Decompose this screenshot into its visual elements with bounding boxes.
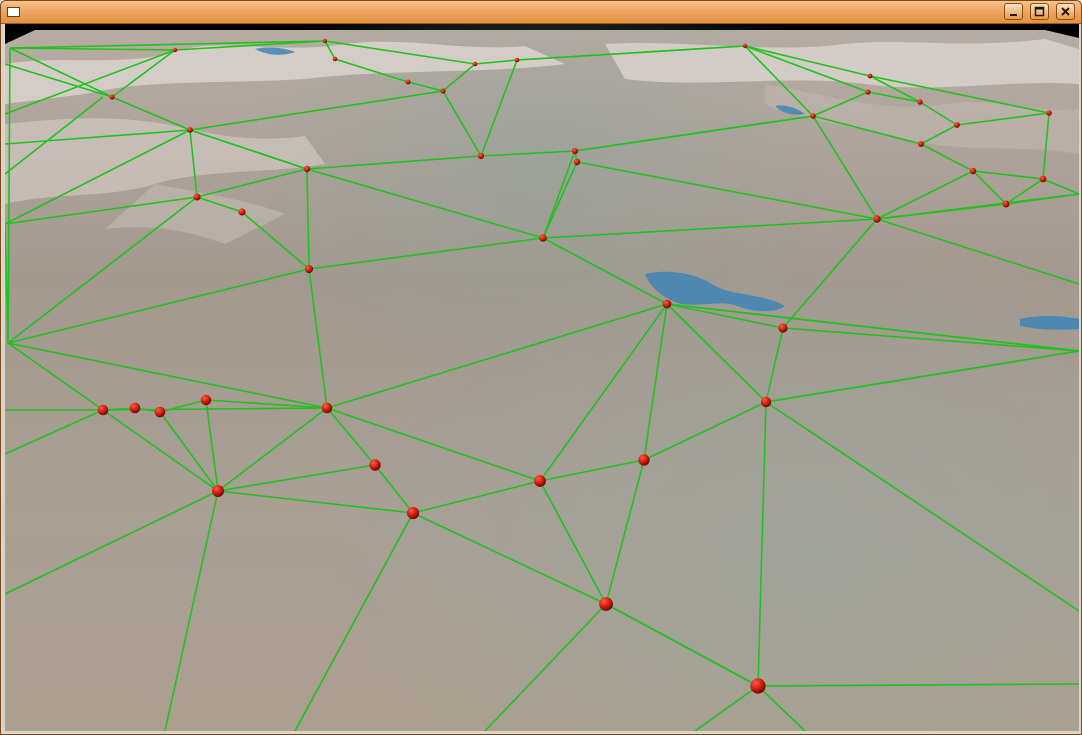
vertex-marker	[321, 402, 333, 414]
vertex-marker	[477, 152, 485, 160]
application-window	[0, 0, 1082, 735]
vertex-marker	[405, 79, 411, 85]
vertex-marker	[534, 475, 546, 487]
vertex-marker	[172, 47, 178, 53]
vertex-marker	[187, 127, 193, 133]
vertex-marker	[742, 43, 748, 49]
vertex-marker	[750, 678, 766, 694]
vertex-marker	[638, 454, 650, 466]
vertex-marker	[193, 193, 201, 201]
maximize-icon	[1034, 6, 1045, 17]
vertex-marker	[778, 323, 788, 333]
vertex-marker	[440, 88, 446, 94]
vertex-marker	[97, 404, 109, 416]
vertex-marker	[322, 38, 328, 44]
vertex-marker	[539, 234, 547, 242]
vertex-marker	[129, 402, 141, 414]
vertex-marker	[954, 122, 960, 128]
vertex-marker	[571, 147, 579, 155]
3d-terrain-viewport[interactable]	[5, 24, 1079, 731]
vertex-marker	[867, 73, 873, 79]
maximize-button[interactable]	[1030, 3, 1049, 20]
vertex-marker	[917, 99, 923, 105]
vertex-marker	[212, 485, 224, 497]
vertex-marker	[969, 167, 977, 175]
vertex-marker	[865, 89, 871, 95]
vertex-marker	[238, 208, 246, 216]
vertex-marker	[662, 299, 672, 309]
vertex-marker	[1002, 200, 1010, 208]
vertex-marker	[1039, 175, 1047, 183]
vertex-marker	[472, 61, 478, 67]
vertex-marker	[599, 597, 613, 611]
close-button[interactable]	[1056, 3, 1075, 20]
vertex-marker	[573, 158, 581, 166]
vertex-marker	[369, 459, 381, 471]
vertex-marker	[514, 57, 520, 63]
minimize-button[interactable]	[1004, 3, 1023, 20]
vertex-marker	[760, 396, 772, 408]
vertex-marker	[873, 215, 881, 223]
vertex-marker	[406, 506, 420, 520]
vertex-marker	[918, 141, 924, 147]
vertex-marker	[810, 113, 816, 119]
vertex-marker	[304, 264, 314, 274]
minimize-icon	[1010, 14, 1017, 16]
vertex-marker	[109, 94, 115, 100]
vertex-marker	[303, 165, 311, 173]
title-bar[interactable]	[1, 1, 1081, 24]
vertex-marker	[1046, 110, 1052, 116]
terrain-render	[5, 24, 1079, 731]
vertex-marker	[332, 56, 338, 62]
vertex-marker	[200, 394, 212, 406]
window-icon[interactable]	[7, 7, 20, 17]
close-icon	[1061, 7, 1070, 16]
vertex-marker	[154, 406, 166, 418]
